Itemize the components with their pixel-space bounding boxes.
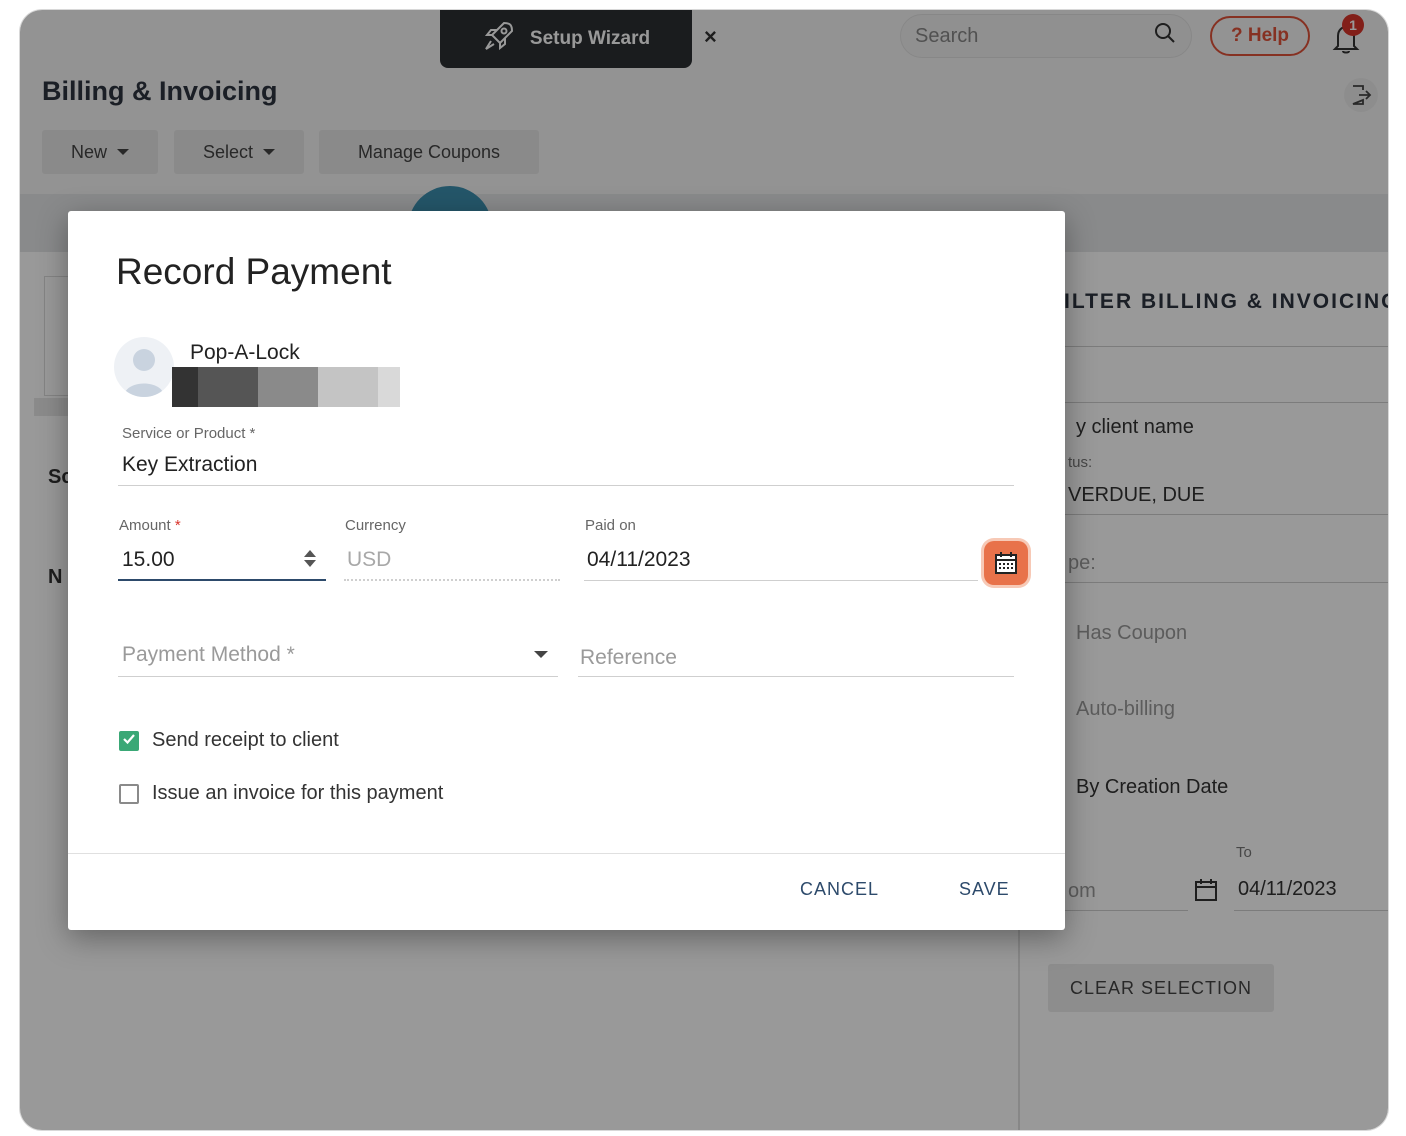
cancel-button[interactable]: CANCEL xyxy=(800,879,879,900)
divider xyxy=(118,485,1014,486)
service-input[interactable]: Key Extraction xyxy=(122,453,257,477)
paid-on-input[interactable]: 04/11/2023 xyxy=(587,548,691,572)
client-name: Pop-A-Lock xyxy=(190,341,300,364)
amount-stepper[interactable] xyxy=(300,544,320,572)
save-button[interactable]: SAVE xyxy=(959,879,1010,900)
divider xyxy=(578,676,1014,677)
amount-label: Amount * xyxy=(119,517,181,534)
payment-method-select[interactable]: Payment Method * xyxy=(122,643,295,667)
divider xyxy=(584,580,978,581)
currency-label: Currency xyxy=(345,517,406,534)
user-avatar-icon xyxy=(114,337,174,397)
send-receipt-checkbox[interactable] xyxy=(119,731,139,751)
calendar-icon[interactable] xyxy=(984,541,1028,585)
stepper-down-icon[interactable] xyxy=(304,559,316,567)
redacted-client-info xyxy=(172,367,400,407)
dialog-footer-divider xyxy=(68,853,1065,854)
record-payment-dialog: Record Payment Pop-A-Lock Service or Pro… xyxy=(68,211,1065,930)
dialog-title: Record Payment xyxy=(116,251,392,292)
issue-invoice-checkbox[interactable] xyxy=(119,784,139,804)
reference-input[interactable]: Reference xyxy=(580,646,677,670)
currency-input: USD xyxy=(347,548,392,571)
app-window: Setup Wizard × Search ? Help 1 Billing &… xyxy=(20,10,1388,1130)
amount-underline xyxy=(118,579,326,581)
divider xyxy=(344,579,560,581)
checkmark-icon xyxy=(122,732,136,751)
stepper-up-icon[interactable] xyxy=(304,549,316,557)
chevron-down-icon[interactable] xyxy=(534,651,548,658)
service-label: Service or Product * xyxy=(122,425,256,442)
send-receipt-label[interactable]: Send receipt to client xyxy=(152,729,339,752)
issue-invoice-label[interactable]: Issue an invoice for this payment xyxy=(152,782,443,805)
divider xyxy=(118,676,558,677)
amount-input[interactable]: 15.00 xyxy=(122,548,175,572)
paid-on-label: Paid on xyxy=(585,517,636,534)
